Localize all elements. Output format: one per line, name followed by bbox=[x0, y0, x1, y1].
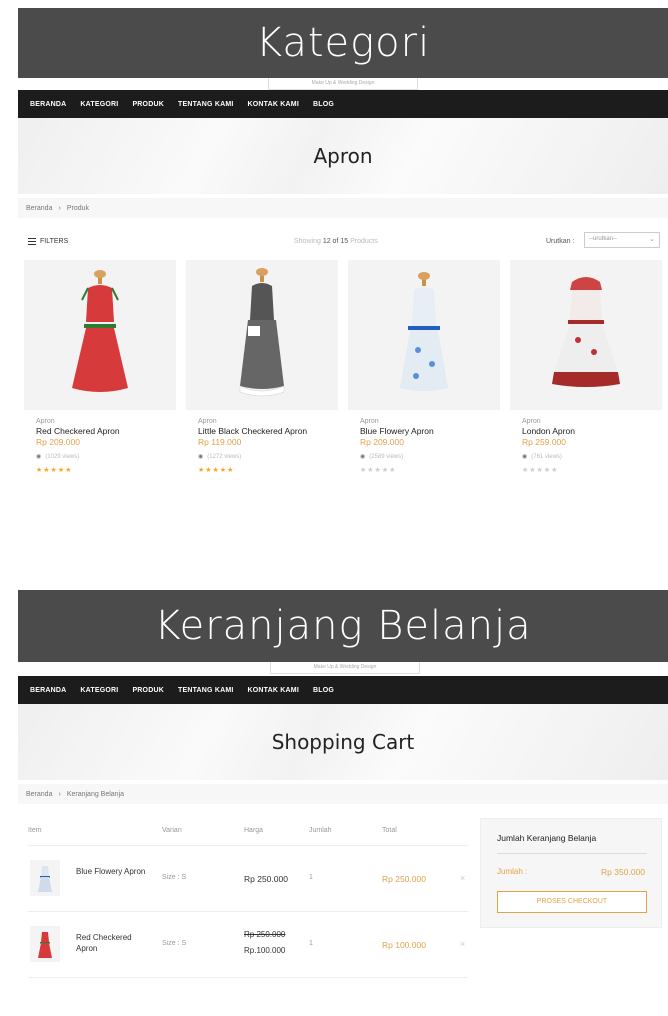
product-views: ◉ (1029 views) bbox=[36, 454, 80, 460]
page-hero: Apron bbox=[18, 118, 668, 194]
nav-item-tentang-kami[interactable]: TENTANG KAMI bbox=[178, 101, 234, 108]
eye-icon: ◉ bbox=[360, 454, 366, 460]
checkout-button[interactable]: PROSES CHECKOUT bbox=[497, 891, 647, 913]
nav-item-kontak-kami[interactable]: KONTAK KAMI bbox=[248, 687, 299, 694]
chevron-down-icon: ⌄ bbox=[649, 236, 655, 243]
menu-icon bbox=[28, 237, 36, 245]
cart-item-total: Rp 250.000 bbox=[382, 874, 426, 884]
section-banner-keranjang: Keranjang Belanja bbox=[18, 590, 668, 662]
rating-stars: ★★★★★ bbox=[360, 467, 397, 474]
product-views: ◉ (2589 views) bbox=[360, 454, 404, 460]
cart-item-total: Rp 100.000 bbox=[382, 940, 426, 950]
nav-item-kategori[interactable]: KATEGORI bbox=[80, 687, 118, 694]
rating-stars: ★★★★★ bbox=[522, 467, 559, 474]
sort-label: Urutkan : bbox=[546, 237, 575, 245]
rating-stars: ★★★★★ bbox=[36, 467, 73, 474]
product-image-little-black-checkered-apron[interactable] bbox=[186, 260, 338, 410]
product-card[interactable]: Apron Little Black Checkered Apron Rp 11… bbox=[186, 260, 338, 474]
summary-label: Jumlah : bbox=[497, 867, 528, 876]
breadcrumb-home[interactable]: Beranda bbox=[26, 205, 52, 212]
header-item: Item bbox=[28, 827, 42, 834]
summary-total: Rp 350.000 bbox=[601, 867, 645, 877]
product-name[interactable]: London Apron bbox=[522, 426, 662, 436]
product-name[interactable]: Blue Flowery Apron bbox=[360, 426, 500, 436]
product-image-red-checkered-apron[interactable] bbox=[24, 260, 176, 410]
cart-item-thumbnail[interactable] bbox=[30, 926, 60, 962]
page-hero: Shopping Cart bbox=[18, 704, 668, 780]
summary-divider bbox=[497, 853, 647, 854]
main-navbar: BERANDA KATEGORI PRODUK TENTANG KAMI KON… bbox=[18, 90, 668, 118]
breadcrumb: Beranda › Produk bbox=[18, 198, 668, 218]
product-category: Apron bbox=[360, 418, 379, 425]
breadcrumb-current: Produk bbox=[66, 204, 89, 212]
eye-icon: ◉ bbox=[36, 454, 42, 460]
product-views: ◉ (1272 views) bbox=[198, 454, 242, 460]
summary-title: Jumlah Keranjang Belanja bbox=[497, 833, 597, 843]
remove-item-icon[interactable]: × bbox=[460, 939, 465, 949]
nav-item-blog[interactable]: BLOG bbox=[313, 687, 334, 694]
main-navbar: BERANDA KATEGORI PRODUK TENTANG KAMI KON… bbox=[18, 676, 668, 704]
header-price: Harga bbox=[244, 827, 264, 834]
nav-item-produk[interactable]: PRODUK bbox=[132, 101, 164, 108]
logo-tagline: Make Up & Wedding Design bbox=[268, 78, 418, 90]
product-category: Apron bbox=[36, 418, 55, 425]
nav-item-beranda[interactable]: BERANDA bbox=[30, 687, 66, 694]
product-price: Rp 259.000 bbox=[522, 437, 566, 447]
product-card[interactable]: Apron Red Checkered Apron Rp 209.000 ◉ (1… bbox=[24, 260, 176, 474]
header-total: Total bbox=[382, 827, 397, 834]
cart-row: Blue Flowery Apron Size : S Rp 250.000 1… bbox=[28, 846, 468, 912]
cart-item-variant: Size : S bbox=[162, 940, 187, 947]
logo-tagline: Make Up & Wedding Design bbox=[270, 662, 420, 674]
product-image-london-apron[interactable] bbox=[510, 260, 662, 410]
breadcrumb-home[interactable]: Beranda bbox=[26, 791, 52, 798]
cart-item-qty[interactable]: 1 bbox=[309, 874, 313, 881]
cart-item-name[interactable]: Blue Flowery Apron bbox=[76, 866, 146, 877]
cart-item-variant: Size : S bbox=[162, 874, 187, 881]
cart-item-thumbnail[interactable] bbox=[30, 860, 60, 896]
product-category: Apron bbox=[522, 418, 541, 425]
cart-table-header: Item Varian Harga Jumlah Total bbox=[28, 820, 468, 846]
nav-item-tentang-kami[interactable]: TENTANG KAMI bbox=[178, 687, 234, 694]
product-price: Rp 119.000 bbox=[198, 437, 242, 447]
section-banner-kategori: Kategori bbox=[18, 8, 668, 78]
cart-item-price: Rp 250.000 bbox=[244, 874, 288, 884]
product-price: Rp 209.000 bbox=[360, 437, 404, 447]
cart-item-price: Rp.100.000 bbox=[244, 946, 286, 955]
cart-item-old-price: Rp 250.000 bbox=[244, 930, 286, 939]
cart-item-name[interactable]: Red Checkered Apron bbox=[76, 932, 146, 954]
product-image-blue-flowery-apron[interactable] bbox=[348, 260, 500, 410]
breadcrumb-separator-icon: › bbox=[58, 790, 61, 798]
rating-stars: ★★★★★ bbox=[198, 467, 235, 474]
product-name[interactable]: Little Black Checkered Apron bbox=[198, 426, 338, 436]
product-card[interactable]: Apron Blue Flowery Apron Rp 209.000 ◉ (25… bbox=[348, 260, 500, 474]
result-count: Showing 12 of 15 Products bbox=[294, 237, 378, 245]
cart-item-qty[interactable]: 1 bbox=[309, 940, 313, 947]
eye-icon: ◉ bbox=[198, 454, 204, 460]
nav-item-blog[interactable]: BLOG bbox=[313, 101, 334, 108]
product-category: Apron bbox=[198, 418, 217, 425]
page-title: Shopping Cart bbox=[271, 730, 415, 754]
remove-item-icon[interactable]: × bbox=[460, 873, 465, 883]
eye-icon: ◉ bbox=[522, 454, 528, 460]
product-name[interactable]: Red Checkered Apron bbox=[36, 426, 176, 436]
nav-item-kontak-kami[interactable]: KONTAK KAMI bbox=[248, 101, 299, 108]
header-qty: Jumlah bbox=[309, 827, 332, 834]
nav-item-kategori[interactable]: KATEGORI bbox=[80, 101, 118, 108]
page-title: Apron bbox=[313, 144, 373, 168]
breadcrumb: Beranda › Keranjang Belanja bbox=[18, 784, 668, 804]
sort-select[interactable]: --urutkan-- ⌄ bbox=[584, 232, 660, 248]
filters-toggle[interactable]: FILTERS bbox=[28, 237, 69, 245]
product-views: ◉ (761 views) bbox=[522, 454, 562, 460]
nav-item-produk[interactable]: PRODUK bbox=[132, 687, 164, 694]
filters-label: FILTERS bbox=[40, 237, 69, 245]
breadcrumb-current: Keranjang Belanja bbox=[66, 790, 125, 798]
nav-item-beranda[interactable]: BERANDA bbox=[30, 101, 66, 108]
cart-row: Red Checkered Apron Size : S Rp 250.000 … bbox=[28, 912, 468, 978]
product-price: Rp 209.000 bbox=[36, 437, 80, 447]
header-variant: Varian bbox=[162, 827, 182, 834]
cart-summary: Jumlah Keranjang Belanja Jumlah : Rp 350… bbox=[480, 818, 662, 928]
product-toolbar: FILTERS Showing 12 of 15 Products Urutka… bbox=[28, 232, 660, 248]
product-card[interactable]: Apron London Apron Rp 259.000 ◉ (761 view… bbox=[510, 260, 662, 474]
breadcrumb-separator-icon: › bbox=[58, 204, 61, 212]
